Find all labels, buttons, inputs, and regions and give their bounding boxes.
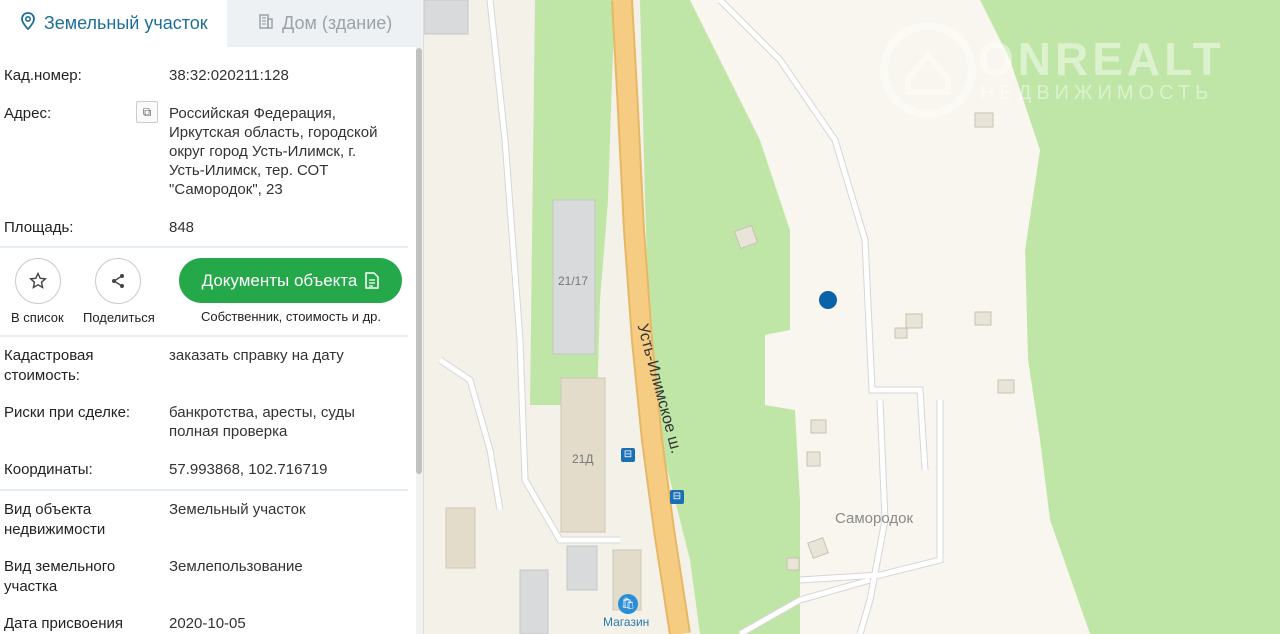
info-panel: Земельный участок Дом (здание) Кад.номер…: [0, 0, 424, 634]
address-row: Адрес: Российская Федерация, Иркутская о…: [0, 104, 408, 204]
cad-number-row: Кад.номер: 38:32:020211:128: [0, 66, 408, 88]
assign-date-label: Дата присвоения: [4, 615, 123, 632]
house-logo-icon: [880, 22, 976, 118]
object-type-label: Вид объекта недвижимости: [4, 501, 106, 538]
scrollbar-thumb[interactable]: [416, 48, 422, 474]
area-label: Самородок: [835, 510, 914, 527]
area-label: Площадь:: [4, 219, 74, 236]
cad-number-value[interactable]: 38:32:020211:128: [169, 66, 399, 85]
watermark-title: ONREALT: [978, 33, 1225, 85]
shop-icon[interactable]: 🛍: [618, 594, 638, 614]
share-label: Поделиться: [83, 310, 155, 325]
star-icon: [28, 271, 48, 289]
address-label: Адрес:: [4, 105, 52, 122]
risks-row: Риски при сделке: банкротства, аресты, с…: [0, 403, 408, 445]
risks-label: Риски при сделке:: [4, 404, 131, 421]
add-to-list-label: В список: [11, 310, 64, 325]
risks-value: банкротства, аресты, суды: [169, 404, 355, 421]
parcel-marker[interactable]: [819, 291, 837, 309]
land-type-label: Вид земельного участка: [4, 558, 116, 595]
divider: [0, 489, 408, 491]
order-certificate-link[interactable]: заказать справку на дату: [169, 346, 399, 365]
tab-bar: Земельный участок Дом (здание): [0, 0, 423, 47]
coords-row: Координаты: 57.993868, 102.716719: [0, 460, 408, 482]
cad-cost-row: Кадастровая стоимость: заказать справку …: [0, 346, 408, 388]
share-icon: [112, 274, 124, 288]
divider: [0, 335, 408, 337]
add-to-list-button[interactable]: [15, 258, 61, 304]
document-icon: [365, 272, 380, 289]
area-row: Площадь: 848: [0, 218, 408, 240]
coords-value: 57.993868, 102.716719: [169, 461, 328, 478]
divider: [0, 246, 408, 248]
full-check-link[interactable]: полная проверка: [169, 422, 399, 441]
bus-stop-icon[interactable]: ⊟: [670, 490, 684, 504]
land-type-value: Землепользование: [169, 558, 303, 575]
coords-label: Координаты:: [4, 461, 93, 478]
area-value: 848: [169, 219, 195, 236]
cad-number-label: Кад.номер:: [4, 67, 82, 84]
documents-button-label: Документы объекта: [201, 270, 358, 290]
location-pin-icon: [20, 12, 36, 35]
shop-label: Магазин: [603, 615, 650, 629]
cad-cost-label: Кадастровая стоимость:: [4, 347, 94, 384]
land-type-row: Вид земельного участка Землепользование: [0, 557, 408, 599]
watermark-subtitle: НЕДВИЖИМОСТЬ: [980, 82, 1214, 104]
assign-date-row: Дата присвоения 2020-10-05: [0, 614, 408, 634]
tab-building-label: Дом (здание): [282, 13, 393, 33]
copy-icon[interactable]: ⧉: [136, 101, 158, 123]
documents-subtitle: Собственник, стоимость и др.: [201, 309, 382, 324]
building-icon: [258, 13, 274, 34]
tab-land-label: Земельный участок: [43, 13, 208, 33]
building-label: 21/17: [558, 274, 589, 288]
object-type-row: Вид объекта недвижимости Земельный участ…: [0, 500, 408, 542]
object-documents-button[interactable]: Документы объекта: [179, 258, 402, 303]
building-label: 21Д: [572, 452, 594, 466]
address-value: Российская Федерация, Иркутская область,…: [169, 105, 378, 198]
tab-building[interactable]: Дом (здание): [227, 0, 423, 47]
tab-land[interactable]: Земельный участок: [0, 0, 228, 47]
object-type-value: Земельный участок: [169, 501, 306, 518]
bus-stop-icon[interactable]: ⊟: [621, 448, 635, 462]
share-button[interactable]: [95, 258, 141, 304]
assign-date-value: 2020-10-05: [169, 615, 246, 632]
